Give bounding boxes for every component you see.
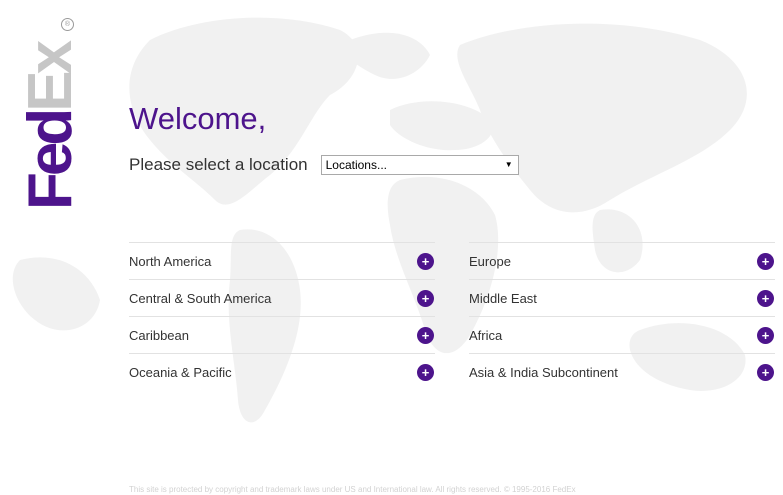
region-oceania-pacific[interactable]: Oceania & Pacific +: [129, 353, 435, 390]
plus-icon[interactable]: +: [757, 289, 774, 307]
region-label: Middle East: [469, 290, 537, 306]
location-prompt-row: Please select a location Locations... ▼: [129, 155, 519, 175]
plus-icon[interactable]: +: [417, 289, 434, 307]
fedex-logo[interactable]: FedEx: [16, 14, 85, 210]
plus-icon[interactable]: +: [757, 326, 774, 344]
region-caribbean[interactable]: Caribbean +: [129, 316, 435, 353]
region-label: Caribbean: [129, 327, 189, 343]
region-label: Africa: [469, 327, 503, 343]
logo-fed-text: Fed: [16, 111, 85, 210]
region-label: Oceania & Pacific: [129, 364, 232, 380]
region-label: North America: [129, 253, 212, 269]
location-prompt-label: Please select a location: [129, 155, 308, 174]
welcome-heading: Welcome,: [129, 101, 267, 136]
region-list-left: North America + Central & South America …: [129, 242, 435, 390]
location-select[interactable]: Locations... ▼: [320, 155, 519, 175]
dropdown-arrow-icon: ▼: [504, 160, 513, 169]
registered-mark-icon: ®: [61, 18, 74, 31]
copyright-footer: This site is protected by copyright and …: [129, 485, 576, 494]
region-label: Europe: [469, 253, 511, 269]
plus-icon[interactable]: +: [417, 252, 434, 270]
plus-icon[interactable]: +: [417, 326, 434, 344]
region-north-america[interactable]: North America +: [129, 242, 435, 279]
region-africa[interactable]: Africa +: [469, 316, 775, 353]
region-asia-india-subcontinent[interactable]: Asia & India Subcontinent +: [469, 353, 775, 390]
location-select-value: Locations...: [325, 158, 387, 172]
region-middle-east[interactable]: Middle East +: [469, 279, 775, 316]
region-central-south-america[interactable]: Central & South America +: [129, 279, 435, 316]
plus-icon[interactable]: +: [757, 252, 774, 270]
region-label: Central & South America: [129, 290, 272, 306]
region-europe[interactable]: Europe +: [469, 242, 775, 279]
region-list-right: Europe + Middle East + Africa + Asia & I…: [469, 242, 775, 390]
logo-ex-text: Ex: [16, 43, 85, 112]
logo-wordmark: FedEx: [16, 14, 85, 210]
region-label: Asia & India Subcontinent: [469, 364, 618, 380]
plus-icon[interactable]: +: [757, 363, 774, 381]
plus-icon[interactable]: +: [417, 363, 434, 381]
